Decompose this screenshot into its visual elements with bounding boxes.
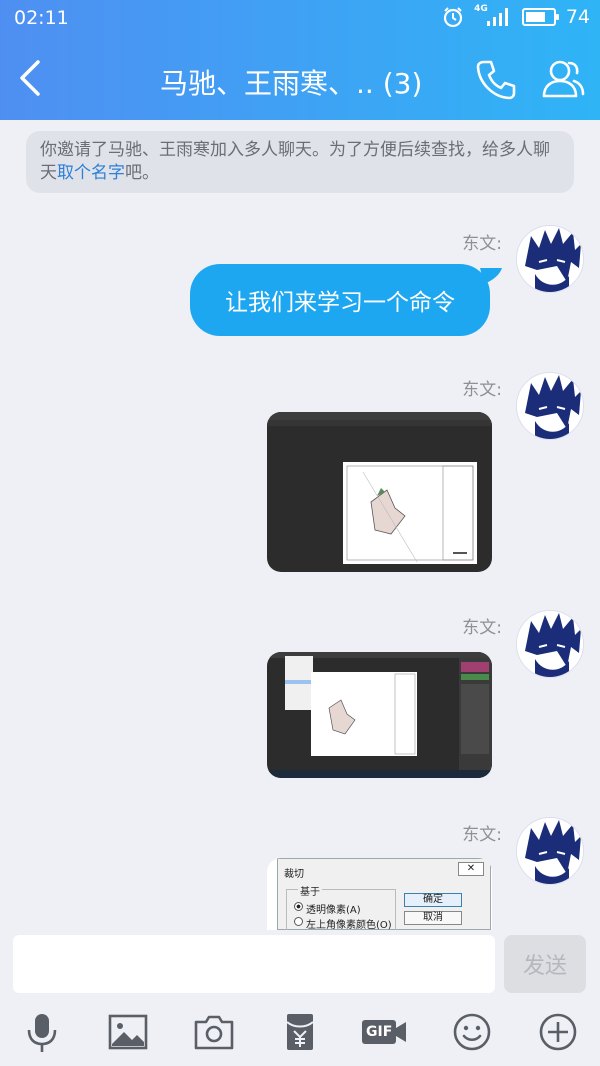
group-members-icon[interactable] xyxy=(540,56,586,102)
message-bubble[interactable]: 让我们来学习一个命令 xyxy=(190,264,490,336)
name-group-link[interactable]: 取个名字 xyxy=(57,163,125,183)
camera-icon[interactable] xyxy=(192,1010,236,1054)
red-packet-icon[interactable] xyxy=(278,1010,322,1054)
chat-title[interactable]: 马驰、王雨寒、.. (3) xyxy=(160,62,422,102)
screenshot-thumbnail xyxy=(267,412,492,572)
sender-name: 东文: xyxy=(462,234,502,254)
image-message[interactable] xyxy=(267,652,492,778)
chat-toolbar: GIF xyxy=(0,1000,600,1066)
crop-dialog-preview: 裁切 ✕ 基于 透明像素(A) 左上角像素颜色(O) 确定 取消 xyxy=(277,858,491,930)
notice-suffix: 吧。 xyxy=(125,163,159,183)
sender-name: 东文: xyxy=(462,380,502,400)
alarm-icon xyxy=(444,7,463,28)
avatar-image xyxy=(517,226,583,292)
network-type: 4G xyxy=(474,4,488,14)
group-invite-notice: 你邀请了马驰、王雨寒加入多人聊天。为了方便后续查找，给多人聊天取个名字吧。 xyxy=(26,131,574,193)
dialog-cancel-button: 取消 xyxy=(404,911,462,925)
avatar-image xyxy=(517,611,583,677)
dialog-ok-button: 确定 xyxy=(404,893,462,907)
chat-header: 02:11 4G 74 马驰、王雨寒、.. (3) xyxy=(0,0,600,120)
battery-percent: 74 xyxy=(565,6,590,28)
bubble-tail xyxy=(480,268,502,284)
option-transparent: 透明像素(A) xyxy=(306,905,361,916)
message-input[interactable] xyxy=(13,935,495,993)
avatar-image xyxy=(517,373,583,439)
back-arrow-icon[interactable] xyxy=(12,58,48,98)
avatar[interactable] xyxy=(516,610,584,678)
input-bar: 发送 xyxy=(0,930,600,1000)
gif-label: GIF xyxy=(366,1024,393,1040)
avatar-image xyxy=(517,818,583,884)
phone-icon[interactable] xyxy=(474,58,518,102)
dialog-title: 裁切 xyxy=(284,869,304,880)
radio-selected-icon xyxy=(294,902,303,911)
sender-name: 东文: xyxy=(462,618,502,638)
send-button[interactable]: 发送 xyxy=(504,935,586,993)
plus-icon[interactable] xyxy=(536,1010,580,1054)
message-text: 让我们来学习一个命令 xyxy=(225,290,455,316)
send-label: 发送 xyxy=(522,954,567,979)
sender-name: 东文: xyxy=(462,825,502,845)
gif-icon[interactable]: GIF xyxy=(360,1010,410,1054)
option-topleft: 左上角像素颜色(O) xyxy=(306,920,392,930)
avatar[interactable] xyxy=(516,225,584,293)
image-icon[interactable] xyxy=(106,1010,150,1054)
emoji-icon[interactable] xyxy=(450,1010,494,1054)
status-time: 02:11 xyxy=(14,7,69,29)
signal-icon xyxy=(486,8,508,26)
image-message[interactable]: 裁切 ✕ 基于 透明像素(A) 左上角像素颜色(O) 确定 取消 xyxy=(267,858,492,930)
avatar[interactable] xyxy=(516,372,584,440)
dialog-group-label: 基于 xyxy=(298,883,322,898)
avatar[interactable] xyxy=(516,817,584,885)
image-message[interactable] xyxy=(267,412,492,572)
radio-icon xyxy=(294,917,303,926)
status-bar: 02:11 4G 74 xyxy=(0,0,600,36)
nav-bar: 马驰、王雨寒、.. (3) xyxy=(0,36,600,120)
dialog-close-icon: ✕ xyxy=(458,862,484,876)
battery-icon xyxy=(521,8,559,26)
microphone-icon[interactable] xyxy=(20,1010,64,1054)
screenshot-thumbnail xyxy=(267,652,492,778)
status-icons: 4G 74 xyxy=(442,4,590,28)
